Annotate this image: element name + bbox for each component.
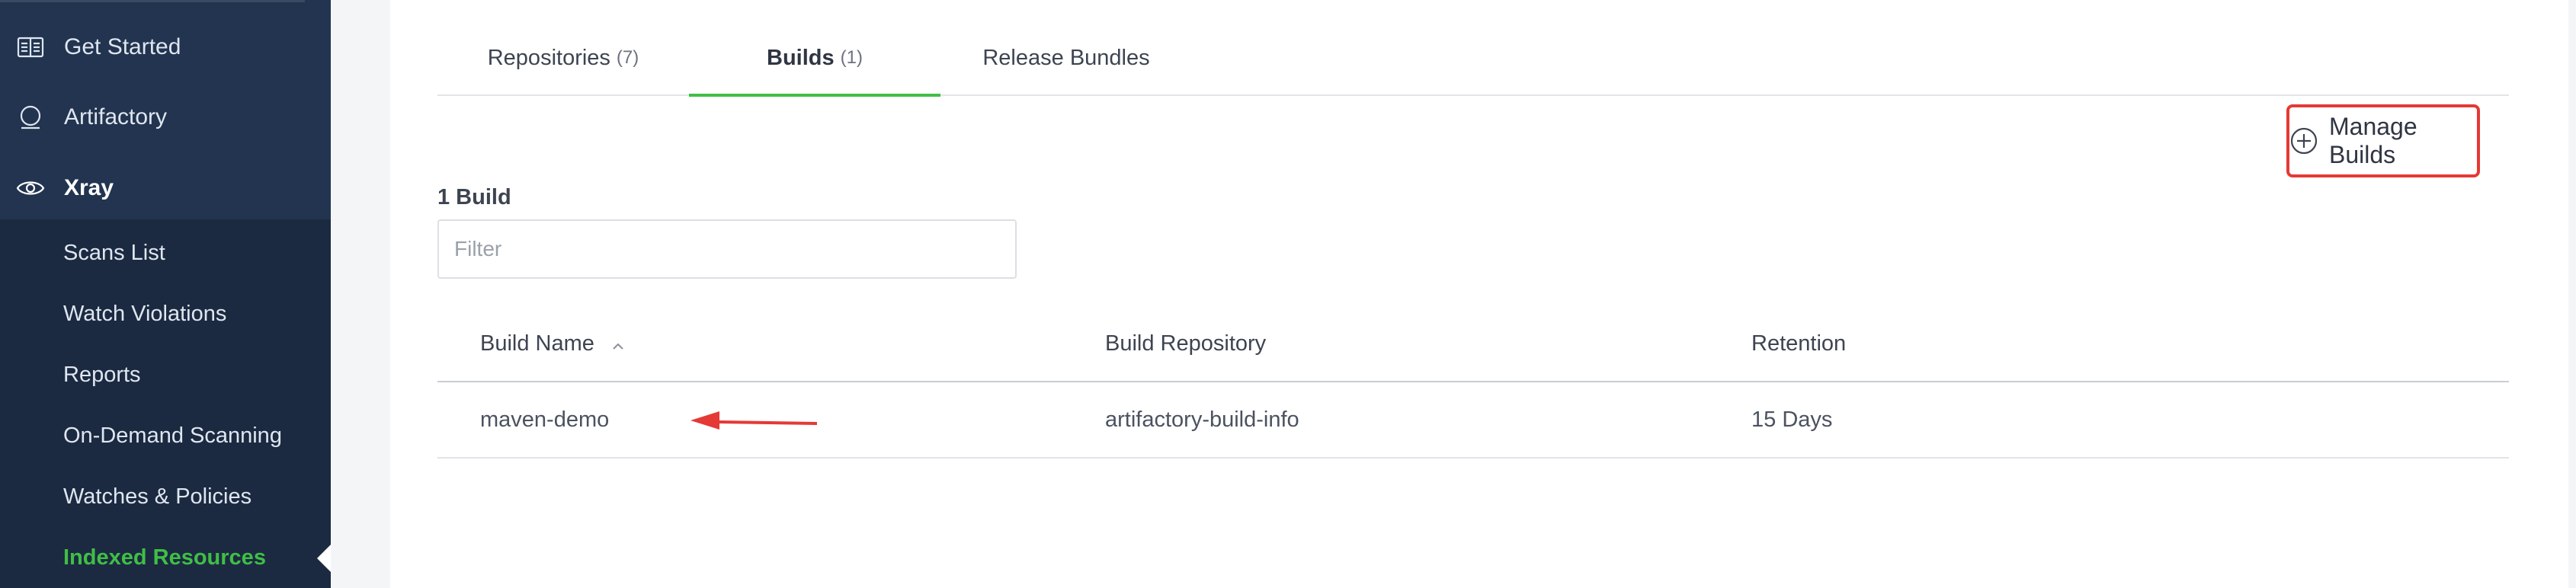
sidebar-subitem-scans-list[interactable]: Scans List (63, 230, 165, 276)
main-panel: Repositories (7) Builds (1) Release Bund… (390, 0, 2568, 588)
tab-label: Release Bundles (982, 45, 1150, 70)
annotation-arrow-icon (689, 405, 819, 439)
artifactory-icon (15, 102, 46, 133)
tab-count: (1) (840, 47, 863, 68)
sidebar: Get Started Artifactory Xray Scans List … (0, 0, 331, 588)
table-header: Build Name Build Repository Retention (437, 306, 2509, 382)
sort-ascending-icon (611, 307, 625, 382)
table-row[interactable]: maven-demo artifactory-build-info 15 Day… (437, 382, 2509, 459)
sidebar-item-label: Get Started (64, 34, 181, 59)
sidebar-item-artifactory[interactable]: Artifactory (0, 87, 331, 148)
build-repository-cell: artifactory-build-info (1105, 407, 1299, 432)
tab-repositories[interactable]: Repositories (7) (437, 21, 689, 94)
sidebar-subitem-on-demand-scanning[interactable]: On-Demand Scanning (63, 413, 282, 459)
tab-release-bundles[interactable]: Release Bundles (940, 21, 1192, 94)
filter-input[interactable] (437, 219, 1017, 279)
sidebar-item-get-started[interactable]: Get Started (0, 17, 331, 78)
manage-builds-button[interactable]: Manage Builds (2286, 104, 2480, 177)
active-item-indicator (317, 545, 331, 572)
plus-circle-icon (2289, 126, 2318, 155)
manage-builds-label: Manage Builds (2329, 113, 2417, 168)
sidebar-subitem-watches-policies[interactable]: Watches & Policies (63, 474, 252, 519)
tab-bar: Repositories (7) Builds (1) Release Bund… (437, 21, 2509, 97)
build-name-cell[interactable]: maven-demo (480, 382, 609, 457)
column-header-build-name[interactable]: Build Name (480, 306, 625, 381)
tab-builds[interactable]: Builds (1) (689, 21, 940, 97)
builds-table: Build Name Build Repository Retention ma… (437, 306, 2509, 459)
sidebar-subitem-watch-violations[interactable]: Watch Violations (63, 291, 226, 337)
sidebar-item-label: Xray (64, 175, 114, 200)
eye-icon (15, 173, 46, 203)
retention-cell: 15 Days (1751, 407, 1833, 432)
tab-count: (7) (616, 47, 639, 68)
book-icon (15, 32, 46, 62)
column-header-label: Build Name (480, 331, 594, 356)
sidebar-item-xray[interactable]: Xray (0, 158, 331, 219)
sidebar-subitem-reports[interactable]: Reports (63, 352, 141, 398)
column-header-retention[interactable]: Retention (1751, 306, 1846, 381)
sidebar-subitem-indexed-resources[interactable]: Indexed Resources (63, 535, 266, 580)
sidebar-item-label: Artifactory (64, 104, 168, 129)
sidebar-top-divider (0, 0, 305, 2)
tab-label: Repositories (487, 45, 610, 70)
build-count-label: 1 Build (437, 185, 511, 209)
column-header-build-repository[interactable]: Build Repository (1105, 306, 1266, 381)
tab-label: Builds (767, 45, 835, 70)
